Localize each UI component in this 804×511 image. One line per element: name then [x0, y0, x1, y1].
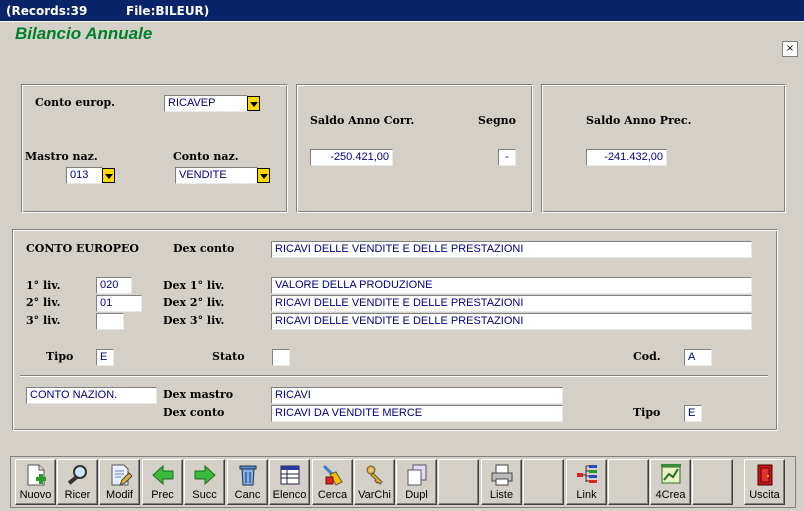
tipo-naz-label: Tipo — [633, 406, 661, 419]
close-icon[interactable]: × — [782, 41, 798, 57]
dex2-label: Dex 2° liv. — [163, 296, 225, 309]
exit-door-icon — [757, 464, 773, 486]
liv3-field[interactable] — [96, 313, 124, 330]
crea4-button[interactable]: 4Crea — [650, 459, 691, 505]
empty-button-3[interactable] — [608, 459, 649, 505]
empty-button-2[interactable] — [523, 459, 564, 505]
liv1-label: 1° liv. — [26, 279, 61, 292]
liv1-field[interactable]: 020 — [96, 277, 132, 294]
conto-europ-combo[interactable]: RICAVEP — [164, 95, 248, 112]
nuovo-button[interactable]: Nuovo — [15, 459, 56, 505]
file-name: File:BILEUR) — [126, 4, 210, 18]
succ-label: Succ — [192, 489, 217, 501]
duplicate-icon — [407, 464, 427, 486]
trash-icon — [239, 465, 257, 486]
dex-conto-naz-field[interactable]: RICAVI DA VENDITE MERCE — [271, 405, 563, 422]
form-title: Bilancio Annuale — [15, 24, 153, 43]
crea4-label: 4Crea — [655, 489, 686, 501]
dex2-field[interactable]: RICAVI DELLE VENDITE E DELLE PRESTAZIONI — [271, 295, 752, 312]
list-icon — [280, 465, 300, 485]
main-window: (Records:39 File:BILEUR) Bilancio Annual… — [0, 0, 804, 511]
chart-board-icon — [661, 464, 681, 484]
ricer-label: Ricer — [64, 489, 91, 501]
tipo-label: Tipo — [46, 350, 74, 363]
liv2-label: 2° liv. — [26, 296, 61, 309]
empty-button-1[interactable] — [438, 459, 479, 505]
link-label: Link — [576, 489, 597, 501]
succ-button[interactable]: Succ — [184, 459, 225, 505]
varchi-label: VarChi — [358, 489, 391, 501]
canc-button[interactable]: Canc — [227, 459, 268, 505]
elenco-button[interactable]: Elenco — [269, 459, 310, 505]
empty-button-4[interactable] — [692, 459, 733, 505]
keys-icon — [366, 465, 383, 485]
segno-label: Segno — [478, 114, 516, 127]
varchi-button[interactable]: VarChi — [354, 459, 395, 505]
conto-nazion-field[interactable]: CONTO NAZION. — [26, 387, 157, 404]
dex-conto-field[interactable]: RICAVI DELLE VENDITE E DELLE PRESTAZIONI — [271, 241, 752, 258]
stato-field[interactable] — [272, 349, 290, 366]
edit-document-icon — [111, 464, 132, 486]
saldo-corr-label: Saldo Anno Corr. — [310, 114, 415, 127]
section-divider — [20, 375, 768, 377]
dupl-button[interactable]: Dupl — [396, 459, 437, 505]
dex1-label: Dex 1° liv. — [163, 279, 225, 292]
conto-naz-dropdown-icon[interactable] — [257, 168, 270, 183]
nuovo-label: Nuovo — [19, 489, 52, 501]
new-document-icon — [27, 464, 46, 486]
segno-field[interactable]: - — [498, 149, 516, 166]
records-count: (Records:39 — [6, 4, 88, 18]
link-tree-icon — [577, 465, 597, 483]
saldo-prec-label: Saldo Anno Prec. — [586, 114, 692, 127]
printer-icon — [491, 464, 513, 486]
conto-europ-dropdown-icon[interactable] — [247, 96, 260, 111]
liv2-field[interactable]: 01 — [96, 295, 142, 312]
dupl-label: Dupl — [405, 489, 428, 501]
link-button[interactable]: Link — [566, 459, 607, 505]
dex-conto-naz-label: Dex conto — [163, 406, 225, 419]
uscita-label: Uscita — [749, 489, 780, 501]
cod-label: Cod. — [633, 350, 661, 363]
dex3-label: Dex 3° liv. — [163, 314, 225, 327]
mastro-naz-label: Mastro naz. — [25, 150, 98, 163]
find-icon — [322, 464, 343, 486]
tipo-naz-field[interactable]: E — [684, 405, 702, 422]
tipo-field[interactable]: E — [96, 349, 114, 366]
mastro-naz-dropdown-icon[interactable] — [102, 168, 115, 183]
uscita-button[interactable]: Uscita — [744, 459, 785, 505]
dex3-field[interactable]: RICAVI DELLE VENDITE E DELLE PRESTAZIONI — [271, 313, 752, 330]
conto-naz-label: Conto naz. — [173, 150, 239, 163]
prec-label: Prec — [151, 489, 174, 501]
liste-button[interactable]: Liste — [481, 459, 522, 505]
dex-mastro-field[interactable]: RICAVI — [271, 387, 563, 404]
elenco-label: Elenco — [272, 489, 307, 501]
saldo-prec-field[interactable]: -241.432,00 — [586, 149, 667, 166]
conto-europ-label: Conto europ. — [35, 96, 115, 109]
cod-field[interactable]: A — [684, 349, 712, 366]
dex1-field[interactable]: VALORE DELLA PRODUZIONE — [271, 277, 752, 294]
stato-label: Stato — [212, 350, 245, 363]
cerca-button[interactable]: Cerca — [312, 459, 353, 505]
modif-label: Modif — [106, 489, 133, 501]
mastro-naz-combo[interactable]: 013 — [66, 167, 103, 184]
dex-conto-label: Dex conto — [173, 242, 235, 255]
canc-label: Canc — [234, 489, 261, 501]
arrow-left-icon — [152, 464, 174, 486]
saldo-corr-field[interactable]: -250.421,00 — [310, 149, 393, 166]
modif-button[interactable]: Modif — [99, 459, 140, 505]
cerca-label: Cerca — [317, 489, 348, 501]
dex-mastro-label: Dex mastro — [163, 388, 234, 401]
conto-europeo-heading: CONTO EUROPEO — [26, 242, 139, 255]
title-bar: (Records:39 File:BILEUR) — [0, 0, 804, 22]
prec-button[interactable]: Prec — [142, 459, 183, 505]
conto-naz-combo[interactable]: VENDITE — [175, 167, 258, 184]
arrow-right-icon — [194, 464, 216, 486]
ricer-button[interactable]: Ricer — [57, 459, 98, 505]
search-icon — [67, 465, 87, 485]
liste-label: Liste — [489, 489, 514, 501]
liv3-label: 3° liv. — [26, 314, 61, 327]
